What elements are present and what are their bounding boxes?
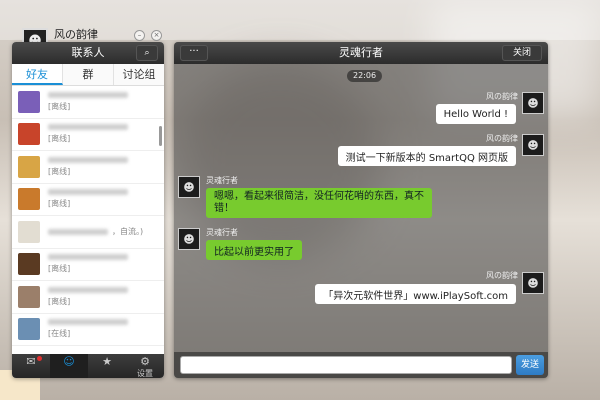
contact-list[interactable]: [离线] [离线] [离线] [离线] ，自流。) [离线] [离线] [在线] <box>12 86 164 354</box>
search-icon: ⌕ <box>144 48 150 58</box>
contact-avatar <box>18 285 40 308</box>
list-item[interactable]: ，自流。) <box>12 216 164 249</box>
message-area[interactable]: 22:06 风の韵律 ☻ Hello World ! 风の韵律 ☻ 测试一下新版… <box>174 64 548 352</box>
contacts-panel: 联系人 ⌕ 好友 群 讨论组 [离线] [离线] [离线] [离线] ，自流。)… <box>12 42 164 378</box>
chat-panel: ··· 灵魂行者 关闭 22:06 风の韵律 ☻ Hello World ! 风… <box>174 42 548 378</box>
list-item[interactable]: [离线] <box>12 86 164 119</box>
list-item[interactable]: [离线] <box>12 151 164 184</box>
contact-status: [离线] <box>48 296 71 306</box>
nav-chats[interactable]: ✉ <box>12 354 50 378</box>
message-line: 嗯嗯，看起来很简洁，没任何花哨的东西，真不 <box>214 191 424 202</box>
message-bubble[interactable]: 「异次元软件世界」www.iPlaySoft.com <box>315 284 516 304</box>
tab-discussions[interactable]: 讨论组 <box>114 64 164 85</box>
message-sender: 风の韵律 <box>486 92 518 101</box>
nav-contacts[interactable]: ☺ <box>50 354 88 378</box>
contact-avatar <box>18 90 40 113</box>
chat-icon: ✉ <box>26 355 36 368</box>
contact-name-blurred <box>48 124 128 131</box>
contact-status: [离线] <box>48 166 71 176</box>
window-close-icon[interactable]: × <box>151 30 162 41</box>
contact-name-blurred <box>48 254 128 261</box>
message-bubble[interactable]: Hello World ! <box>435 104 516 124</box>
search-button[interactable]: ⌕ <box>136 45 158 61</box>
sender-avatar-icon[interactable]: ☻ <box>522 272 544 294</box>
message-bubble[interactable]: 比起以前更实用了 <box>206 240 302 260</box>
message-bubble[interactable]: 测试一下新版本的 SmartQQ 网页版 <box>337 146 516 166</box>
settings-icon: ⚙ <box>140 355 150 368</box>
contact-name-blurred <box>48 286 128 293</box>
contact-avatar <box>18 220 40 243</box>
chat-header: ··· 灵魂行者 关闭 <box>174 42 548 64</box>
contact-status: [离线] <box>48 199 71 209</box>
message-line: 错！ <box>214 203 234 214</box>
contact-avatar <box>18 318 40 341</box>
contact-avatar <box>18 188 40 211</box>
contact-status: [在线] <box>48 329 71 339</box>
user-name: 风の韵律 <box>54 28 98 41</box>
contact-avatar <box>18 123 40 146</box>
window-controls: – × <box>134 30 162 41</box>
more-button[interactable]: ··· <box>180 45 208 61</box>
sender-avatar-icon[interactable]: ☻ <box>178 228 200 250</box>
contact-status: [离线] <box>48 101 71 111</box>
list-item[interactable]: [离线] <box>12 184 164 216</box>
message-sender: 风の韵律 <box>486 134 518 143</box>
nav-settings[interactable]: ⚙ 设置 <box>126 354 164 379</box>
message-sender: 灵魂行者 <box>206 228 238 237</box>
contact-name-blurred <box>48 156 128 163</box>
nav-favorites[interactable]: ★ <box>88 354 126 378</box>
list-item[interactable]: [离线] <box>12 249 164 281</box>
contact-avatar <box>18 155 40 178</box>
chat-title: 灵魂行者 <box>339 46 383 59</box>
contact-avatar <box>18 253 40 276</box>
sender-avatar-icon[interactable]: ☻ <box>522 92 544 114</box>
nav-settings-label: 设置 <box>137 369 153 378</box>
close-chat-button[interactable]: 关闭 <box>502 45 542 61</box>
sender-avatar-icon[interactable]: ☻ <box>178 176 200 198</box>
tab-friends[interactable]: 好友 <box>12 64 63 85</box>
message-bubble[interactable]: 嗯嗯，看起来很简洁，没任何花哨的东西，真不 错！ <box>206 188 432 218</box>
contact-signature: ，自流。) <box>112 227 144 237</box>
contact-name-blurred <box>48 319 128 326</box>
tab-groups[interactable]: 群 <box>63 64 114 85</box>
message-sender: 灵魂行者 <box>206 176 238 185</box>
message-sender: 风の韵律 <box>486 271 518 280</box>
message-timestamp: 22:06 <box>347 70 383 82</box>
list-item[interactable]: [在线] <box>12 314 164 346</box>
contact-name-blurred <box>48 91 128 98</box>
contact-name-blurred <box>48 228 108 235</box>
contacts-header: 联系人 ⌕ <box>12 42 164 64</box>
bottom-nav: ✉ ☺ ★ ⚙ 设置 <box>12 354 164 378</box>
contacts-title: 联系人 <box>71 46 105 59</box>
list-item[interactable]: [离线] <box>12 119 164 151</box>
contact-list-scrollbar[interactable] <box>159 126 162 146</box>
contact-tabs: 好友 群 讨论组 <box>12 64 164 86</box>
list-item[interactable]: [离线] <box>12 281 164 314</box>
star-icon: ★ <box>102 355 112 368</box>
sender-avatar-icon[interactable]: ☻ <box>522 134 544 156</box>
unread-badge <box>37 356 42 361</box>
minimize-icon[interactable]: – <box>134 30 145 41</box>
contact-status: [离线] <box>48 264 71 274</box>
send-button[interactable]: 发送 <box>516 355 544 375</box>
message-input[interactable] <box>180 356 512 374</box>
input-bar: 发送 <box>174 352 548 378</box>
contact-status: [离线] <box>48 134 71 144</box>
contacts-icon: ☺ <box>63 355 75 368</box>
contact-name-blurred <box>48 189 128 196</box>
